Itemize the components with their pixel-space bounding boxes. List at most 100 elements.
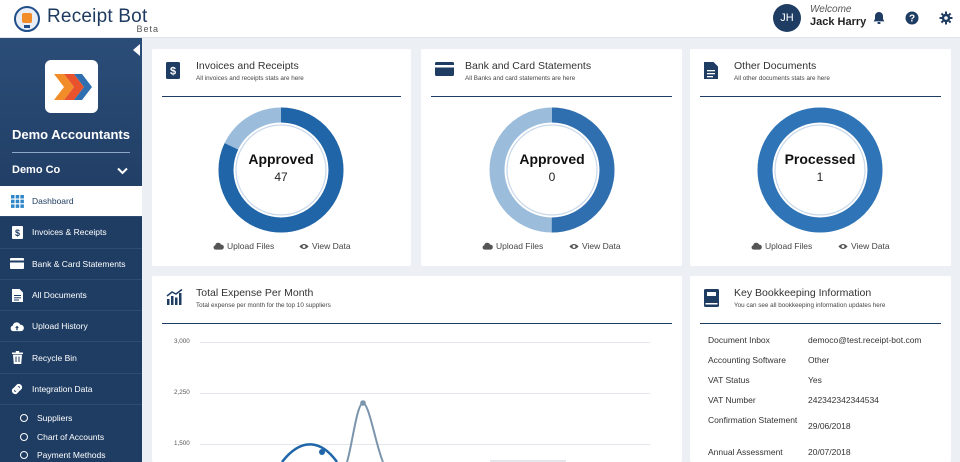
card-actions: Upload Files View Data: [152, 241, 411, 253]
gear-icon[interactable]: [938, 10, 954, 26]
sidebar-item-dashboard[interactable]: Dashboard: [0, 186, 142, 218]
sidebar: Demo Accountants Demo Co Dashboard $ Inv…: [0, 38, 142, 462]
view-data-label: View Data: [312, 241, 351, 251]
welcome-text: Welcome: [810, 4, 852, 15]
sidebar-subitem-chart-of-accounts[interactable]: Chart of Accounts: [0, 428, 142, 447]
card-subtitle: All invoices and receipts stats are here: [196, 75, 304, 82]
view-data-link[interactable]: View Data: [569, 241, 621, 251]
view-data-link[interactable]: View Data: [299, 241, 351, 251]
bell-icon[interactable]: [871, 10, 887, 26]
sidebar-item-label: All Documents: [32, 290, 87, 301]
info-value: Other: [808, 355, 830, 365]
expense-series-line: [281, 443, 339, 462]
donut-center-label: Approved 47: [231, 151, 331, 184]
total-expense-card: Total Expense Per Month Total expense pe…: [152, 276, 682, 462]
sidebar-item-recycle-bin[interactable]: Recycle Bin: [0, 342, 142, 374]
invoice-icon: $: [10, 225, 24, 239]
trash-icon: [10, 351, 24, 365]
company-logo: [45, 60, 98, 113]
client-select[interactable]: Demo Co: [12, 164, 130, 180]
company-divider: [12, 152, 130, 153]
upload-files-label: Upload Files: [496, 241, 544, 251]
donut-status: Approved: [519, 151, 585, 167]
eye-icon: [838, 243, 848, 250]
app-name: Receipt Bot: [47, 6, 148, 27]
cloud-upload-icon: [213, 242, 224, 250]
chevron-down-icon: [117, 166, 128, 178]
user-name[interactable]: Jack Harry: [810, 16, 866, 28]
document-icon: [704, 62, 722, 80]
upload-files-link[interactable]: Upload Files: [482, 241, 543, 251]
invoices-receipts-card: $ Invoices and Receipts All invoices and…: [152, 49, 411, 266]
circle-bullet-icon: [20, 432, 28, 441]
donut-count: 47: [274, 170, 288, 184]
client-name: Demo Co: [12, 164, 61, 176]
card-actions: Upload Files View Data: [421, 241, 682, 253]
card-header: Bank and Card Statements All Banks and c…: [431, 59, 672, 97]
other-documents-card: Other Documents All other documents stat…: [690, 49, 951, 266]
card-title: Bank and Card Statements: [465, 60, 592, 72]
upload-files-link[interactable]: Upload Files: [751, 241, 812, 251]
sidebar-item-label: Recycle Bin: [32, 352, 77, 363]
sidebar-subitem-label: Chart of Accounts: [37, 431, 105, 442]
sidebar-item-all-documents[interactable]: All Documents: [0, 280, 142, 312]
eye-icon: [569, 243, 579, 250]
info-key: VAT Number: [708, 395, 756, 405]
card-icon: [10, 257, 24, 271]
donut-count: 1: [816, 170, 824, 184]
info-value: 242342342344534: [808, 395, 879, 405]
bank-card-statements-card: Bank and Card Statements All Banks and c…: [421, 49, 682, 266]
info-value: Yes: [808, 375, 822, 385]
link-icon: [10, 382, 24, 396]
upload-files-label: Upload Files: [765, 241, 813, 251]
grid-icon: [10, 194, 24, 208]
svg-text:$: $: [14, 228, 19, 238]
info-key: VAT Status: [708, 375, 750, 385]
info-value: 20/07/2018: [808, 447, 851, 457]
info-key: Document Inbox: [708, 335, 770, 345]
sidebar-item-bank-card-statements[interactable]: Bank & Card Statements: [0, 249, 142, 280]
circle-bullet-icon: [20, 451, 28, 460]
help-icon[interactable]: ?: [904, 10, 920, 26]
user-avatar[interactable]: JH: [773, 4, 801, 32]
view-data-link[interactable]: View Data: [838, 241, 890, 251]
info-value[interactable]: democo@test.receipt-bot.com: [808, 334, 922, 346]
sidebar-company-panel: Demo Accountants Demo Co: [0, 38, 142, 186]
donut-center-label: Approved 0: [502, 151, 602, 184]
card-title: Key Bookkeeping Information: [734, 287, 872, 299]
card-subtitle: You can see all bookkeeping information …: [734, 302, 886, 309]
card-subtitle: All other documents stats are here: [734, 75, 830, 82]
card-icon: [435, 62, 454, 80]
receipt-bot-logo-icon: [14, 6, 40, 32]
donut-status: Processed: [784, 151, 856, 167]
sidebar-item-label: Upload History: [32, 321, 88, 332]
info-key: Annual Assessment: [708, 447, 783, 457]
donut-status: Approved: [248, 151, 314, 167]
upload-files-link[interactable]: Upload Files: [213, 241, 274, 251]
svg-text:$: $: [170, 66, 176, 78]
upload-files-label: Upload Files: [227, 241, 275, 251]
card-actions: Upload Files View Data: [690, 241, 951, 253]
info-key: Confirmation Statement: [708, 415, 798, 425]
card-title: Invoices and Receipts: [196, 60, 299, 72]
sidebar-item-upload-history[interactable]: Upload History: [0, 311, 142, 343]
sidebar-subitem-suppliers[interactable]: Suppliers: [0, 409, 142, 428]
sidebar-item-invoices-receipts[interactable]: $ Invoices & Receipts: [0, 217, 142, 249]
sidebar-nav: Dashboard $ Invoices & Receipts Bank & C…: [0, 186, 142, 462]
info-key: Accounting Software: [708, 355, 786, 365]
app-logo[interactable]: Receipt Bot Beta: [14, 4, 159, 34]
sidebar-subitem-payment-methods[interactable]: Payment Methods: [0, 446, 142, 462]
cloud-upload-icon: [10, 319, 24, 333]
document-icon: [10, 288, 24, 302]
card-subtitle: All Banks and card statements are here: [465, 75, 576, 82]
svg-text:?: ?: [909, 14, 915, 25]
expense-line-chart: [281, 400, 566, 462]
sidebar-item-label: Integration Data: [32, 383, 93, 394]
collapse-sidebar-icon[interactable]: [133, 44, 140, 56]
top-bar: Receipt Bot Beta JH Welcome Jack Harry ?: [0, 0, 960, 38]
card-header: Other Documents All other documents stat…: [700, 59, 941, 97]
expense-series-line: [346, 401, 384, 462]
bookkeeping-card: Key Bookkeeping Information You can see …: [690, 276, 951, 462]
sidebar-item-integration-data[interactable]: Integration Data: [0, 374, 142, 406]
view-data-label: View Data: [582, 241, 621, 251]
